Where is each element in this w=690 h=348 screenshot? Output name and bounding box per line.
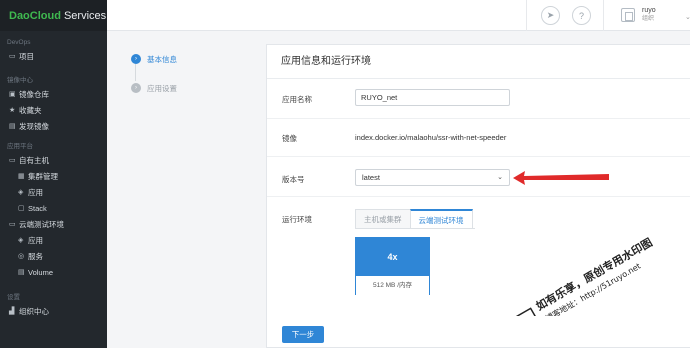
page-title: 应用信息和运行环境	[267, 45, 690, 79]
sidebar-item-label: 发现镜像	[19, 121, 49, 131]
building-icon	[621, 8, 635, 22]
brand-suffix: Services	[63, 9, 107, 22]
sidebar-item[interactable]: ◎ 服务	[0, 248, 107, 264]
step-app-settings[interactable]: › 应用设置	[131, 81, 177, 95]
sidebar-item-label: 项目	[19, 51, 34, 61]
sidebar-section-title: DevOps	[7, 39, 31, 46]
sidebar-item[interactable]: ▦ 集群管理	[0, 168, 107, 184]
stack-icon: ▢	[18, 205, 25, 212]
app-icon: ◈	[18, 237, 24, 244]
app-icon: ◈	[18, 189, 24, 196]
chevron-down-icon[interactable]: ⌄	[685, 13, 690, 21]
env-size: 4x	[356, 238, 429, 276]
top-bar: ➤ ? ruyo 组织 ⌄	[107, 0, 690, 31]
version-label: 版本号	[282, 175, 305, 184]
step-label: 应用设置	[147, 83, 177, 93]
brand-logo[interactable]: DaoCloud Services	[0, 0, 107, 31]
app-name-field[interactable]	[355, 89, 510, 106]
sidebar-item-label: 自有主机	[19, 155, 49, 165]
sidebar-item-label: Volume	[28, 267, 54, 277]
sidebar-item-label: 集群管理	[28, 171, 58, 181]
top-divider	[526, 0, 527, 31]
rocket-button[interactable]: ➤	[541, 6, 560, 25]
help-button[interactable]: ?	[572, 6, 591, 25]
chevron-down-icon: ⌄	[497, 174, 503, 181]
cluster-icon: ▦	[18, 173, 25, 180]
next-button[interactable]: 下一步	[282, 326, 324, 343]
brand-name: DaoCloud	[9, 9, 61, 22]
chevron-right-icon: ›	[131, 54, 141, 64]
sidebar-section-title: 设置	[7, 294, 20, 301]
folder-icon: ▭	[9, 53, 16, 60]
sidebar-item[interactable]: ▢ Stack	[0, 200, 107, 216]
sidebar-section: 设置 ▟ 组织中心	[0, 293, 107, 319]
sidebar-item-label: 服务	[28, 251, 43, 261]
sidebar-item-label: 收藏夹	[19, 105, 42, 115]
form-panel: 应用信息和运行环境 应用名称 镜像 index.docker.io/malaoh…	[266, 44, 690, 348]
version-value: latest	[362, 173, 380, 182]
sidebar-item[interactable]: ▤ 发现镜像	[0, 118, 107, 134]
env-label: 运行环境	[282, 215, 312, 224]
sidebar-item-label: 应用	[28, 187, 43, 197]
sidebar-item[interactable]: ▭ 自有主机	[0, 152, 107, 168]
top-divider	[603, 0, 604, 31]
wizard-steps: › 基本信息 › 应用设置	[131, 52, 177, 110]
org-sub: 组织	[642, 16, 655, 22]
version-select[interactable]: latest ⌄	[355, 169, 510, 186]
cloud-icon: ▭	[9, 221, 16, 228]
org-switcher[interactable]: ruyo 组织	[621, 7, 656, 23]
sidebar-item[interactable]: ▣ 镜像仓库	[0, 86, 107, 102]
image-repo-icon: ▣	[9, 91, 16, 98]
step-basic-info[interactable]: › 基本信息	[131, 52, 177, 66]
service-icon: ◎	[18, 253, 25, 260]
sidebar-item[interactable]: ▟ 组织中心	[0, 303, 107, 319]
divider	[267, 196, 690, 197]
sidebar-item-label: 组织中心	[19, 306, 49, 316]
sidebar-item-label: Stack	[28, 203, 47, 213]
sidebar-section-title: 应用平台	[7, 143, 33, 150]
app-name-label: 应用名称	[282, 95, 312, 104]
volume-icon: ▤	[18, 269, 25, 276]
rocket-icon: ➤	[546, 10, 555, 20]
step-connector	[135, 64, 136, 81]
org-name: ruyo	[642, 7, 656, 14]
help-icon: ?	[578, 10, 584, 21]
sidebar-item[interactable]: ◈ 应用	[0, 232, 107, 248]
sidebar-section: 应用平台 ▭ 自有主机 ▦ 集群管理 ◈ 应用 ▢ Stack ▭ 云端测试环境 ◈ 应用 ◎ 服务 ▤ Vol…	[0, 142, 107, 280]
sidebar-item-label: 云端测试环境	[19, 219, 64, 229]
discover-icon: ▤	[9, 123, 16, 130]
sidebar-item-label: 应用	[28, 235, 43, 245]
tabs-baseline	[355, 228, 475, 229]
star-icon: ★	[9, 107, 16, 114]
env-spec: 512 MB /内存	[356, 276, 429, 295]
divider	[267, 156, 690, 157]
env-size-card[interactable]: 4x 512 MB /内存	[355, 237, 430, 295]
sidebar-item[interactable]: ★ 收藏夹	[0, 102, 107, 118]
image-value: index.docker.io/malaohu/ssr-with-net-spe…	[355, 133, 507, 142]
env-tabs: 主机或集群 云端测试环境	[355, 209, 473, 228]
sidebar: DaoCloud Services DevOps ▭ 项目 镜像中心 ▣ 镜像仓库 ★ 收藏夹…	[0, 0, 107, 348]
divider	[267, 118, 690, 119]
sidebar-item-label: 镜像仓库	[19, 89, 49, 99]
tab-cloud-test-env[interactable]: 云端测试环境	[409, 209, 473, 228]
tab-host-cluster[interactable]: 主机或集群	[355, 209, 411, 228]
sidebar-item[interactable]: ▭ 云端测试环境	[0, 216, 107, 232]
sidebar-section: 镜像中心 ▣ 镜像仓库 ★ 收藏夹 ▤ 发现镜像	[0, 76, 107, 134]
chevron-right-icon: ›	[131, 83, 141, 93]
sidebar-item[interactable]: ▤ Volume	[0, 264, 107, 280]
sidebar-item[interactable]: ▭ 项目	[0, 48, 107, 64]
sidebar-section-title: 镜像中心	[7, 77, 33, 84]
host-icon: ▭	[9, 157, 16, 164]
sidebar-section: DevOps ▭ 项目	[0, 38, 107, 64]
sidebar-item[interactable]: ◈ 应用	[0, 184, 107, 200]
org-center-icon: ▟	[9, 308, 15, 315]
step-label: 基本信息	[147, 54, 177, 64]
image-label: 镜像	[282, 134, 297, 143]
annotation-arrow	[513, 171, 609, 185]
